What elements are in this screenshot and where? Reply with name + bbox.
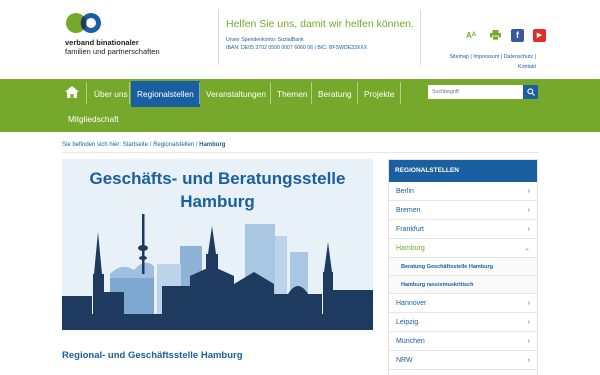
nav-item-regionalstellen[interactable]: Regionalstellen xyxy=(131,81,200,107)
sidebar-item-label: Hamburg xyxy=(396,245,425,252)
meta-links-line1[interactable]: Sitemap | Impressum | Datenschutz | xyxy=(449,52,536,62)
donation-account: Unser Spendenkonto: SozialBank xyxy=(226,37,304,43)
sidebar-heading: REGIONALSTELLEN xyxy=(389,160,537,182)
logo-line2: familien und partnerschaften xyxy=(65,46,160,56)
logo-text: verband binationaler familien und partne… xyxy=(65,38,160,56)
breadcrumb-link-regionalstellen[interactable]: Regionalstellen xyxy=(153,142,194,148)
youtube-icon[interactable]: ▶ xyxy=(533,28,546,42)
sidebar-item-label: München xyxy=(396,338,425,345)
home-icon[interactable] xyxy=(64,85,80,99)
sidebar-item-label: Leipzig xyxy=(396,319,419,326)
sidebar-item-frankfurt[interactable]: Frankfurt › xyxy=(389,220,537,239)
donation-iban: IBAN: DE05 3702 0500 0007 6060 06 | BIC:… xyxy=(226,45,368,51)
chevron-right-icon: › xyxy=(527,226,530,233)
search-button[interactable] xyxy=(523,85,538,99)
chevron-right-icon: › xyxy=(527,338,530,345)
sidebar: REGIONALSTELLEN Berlin › Bremen › Frankfur… xyxy=(388,159,538,375)
sidebar-item-label: Berlin xyxy=(396,188,414,195)
nav-item-ueber-uns[interactable]: Über uns xyxy=(88,81,134,107)
breadcrumb-current: Hamburg xyxy=(199,142,226,148)
sidebar-item-hannover[interactable]: Hannover › xyxy=(389,294,537,313)
slogan: Helfen Sie uns, damit wir helfen können. xyxy=(226,18,414,30)
chevron-down-icon: ⌄ xyxy=(524,245,530,252)
hero-title-line1: Geschäfts- und Beratungsstelle xyxy=(89,169,346,188)
meta-links[interactable]: Sitemap | Impressum | Datenschutz | Kont… xyxy=(449,52,536,72)
logo-mark-icon xyxy=(66,13,101,33)
divider xyxy=(420,10,421,65)
nav-item-projekte[interactable]: Projekte xyxy=(358,81,400,107)
sidebar-item-berlin[interactable]: Berlin › xyxy=(389,182,537,201)
nav-separator xyxy=(86,82,87,104)
sidebar-item-nrw[interactable]: NRW › xyxy=(389,351,537,370)
sidebar-item-muenchen[interactable]: München › xyxy=(389,332,537,351)
sidebar-item-label: Frankfurt xyxy=(396,226,425,233)
search-input[interactable] xyxy=(428,85,523,99)
sidebar-item-leipzig[interactable]: Leipzig › xyxy=(389,313,537,332)
nav-item-veranstaltungen[interactable]: Veranstaltungen xyxy=(200,81,272,107)
hero-image: Geschäfts- und Beratungsstelle Hamburg xyxy=(62,159,373,330)
logo[interactable]: verband binationaler familien und partne… xyxy=(62,10,172,60)
nav-item-themen[interactable]: Themen xyxy=(271,81,313,107)
nav-separator xyxy=(129,82,130,104)
header: verband binationaler familien und partne… xyxy=(0,0,600,79)
sidebar-item-bremen[interactable]: Bremen › xyxy=(389,201,537,220)
meta-links-line2[interactable]: Kontakt xyxy=(449,62,536,72)
facebook-icon[interactable]: f xyxy=(511,28,524,42)
chevron-right-icon: › xyxy=(527,319,530,326)
sidebar-subitem-beratung[interactable]: Beratung Geschäftsstelle Hamburg xyxy=(389,258,537,276)
sidebar-item-label: Hannover xyxy=(396,300,427,307)
chevron-right-icon: › xyxy=(527,300,530,307)
sidebar-item-label: Bremen xyxy=(396,207,421,214)
section-heading: Regional- und Geschäftsstelle Hamburg xyxy=(62,350,243,361)
breadcrumb: Sie befinden sich hier: Startseite / Reg… xyxy=(62,142,226,148)
sidebar-item-label: NRW xyxy=(396,357,413,364)
sidebar-item-hamburg[interactable]: Hamburg ⌄ xyxy=(389,239,537,258)
search-icon xyxy=(526,88,535,96)
tool-icons: AA f ▶ xyxy=(462,28,546,42)
print-icon[interactable] xyxy=(489,29,502,42)
divider xyxy=(218,10,219,65)
hamburg-skyline-illustration xyxy=(62,214,373,330)
breadcrumb-link-startseite[interactable]: Startseite xyxy=(123,142,148,148)
chevron-right-icon: › xyxy=(527,357,530,364)
breadcrumb-prefix: Sie befinden sich hier: xyxy=(62,142,122,148)
nav-item-beratung[interactable]: Beratung xyxy=(312,81,358,107)
chevron-right-icon: › xyxy=(527,188,530,195)
sidebar-subitem-rassismuskritisch[interactable]: Hamburg rassismuskritisch xyxy=(389,276,537,294)
nav-separator xyxy=(400,82,401,104)
hero-title-line2: Hamburg xyxy=(180,192,255,211)
divider xyxy=(62,152,538,153)
nav-item-mitgliedschaft[interactable]: Mitgliedschaft xyxy=(62,106,125,132)
chevron-right-icon: › xyxy=(527,207,530,214)
text-size-icon[interactable]: AA xyxy=(462,29,480,42)
